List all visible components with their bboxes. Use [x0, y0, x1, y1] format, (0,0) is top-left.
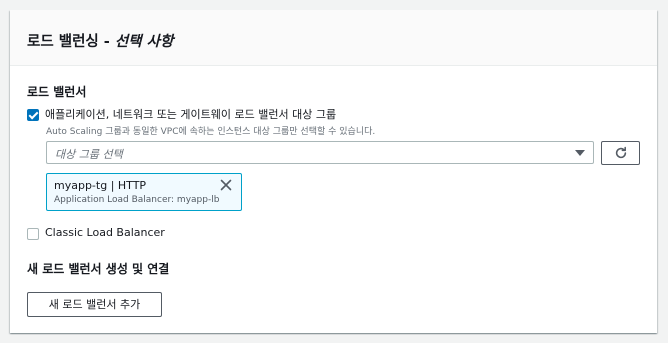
caret-down-icon [575, 150, 585, 156]
panel-title: 로드 밸런싱 - 선택 사항 [27, 30, 173, 51]
classic-lb-label: Classic Load Balancer [45, 226, 165, 239]
load-balancing-panel: 로드 밸런싱 - 선택 사항 로드 밸런서 애플리케이션, 네트워크 또는 게이… [10, 10, 657, 333]
token-title: myapp-tg | HTTP [54, 179, 147, 192]
new-lb-section-label: 새 로드 밸런서 생성 및 연결 [27, 262, 170, 276]
refresh-button[interactable] [601, 141, 640, 165]
token-subtitle: Application Load Balancer: myapp-lb [54, 195, 220, 205]
load-balancer-section-label: 로드 밸런서 [27, 85, 87, 99]
selected-target-group-token: myapp-tg | HTTP Application Load Balance… [46, 173, 242, 211]
target-group-checkbox[interactable] [27, 109, 39, 121]
close-icon[interactable] [220, 179, 232, 191]
target-group-select[interactable]: 대상 그룹 선택 [46, 141, 594, 164]
panel-title-optional: 선택 사항 [114, 34, 174, 50]
panel-title-main: 로드 밸런싱 - [27, 34, 115, 50]
target-group-label: 애플리케이션, 네트워크 또는 게이트웨이 로드 밸런서 대상 그룹 [45, 108, 337, 121]
add-new-load-balancer-button[interactable]: 새 로드 밸런서 추가 [27, 292, 162, 317]
select-placeholder: 대상 그룹 선택 [55, 148, 123, 161]
panel-header: 로드 밸런싱 - 선택 사항 [10, 10, 657, 66]
target-group-description: Auto Scaling 그룹과 동일한 VPC에 속하는 인스턴스 대상 그룹… [46, 127, 376, 137]
refresh-icon [615, 146, 627, 159]
classic-lb-checkbox[interactable] [27, 228, 39, 240]
